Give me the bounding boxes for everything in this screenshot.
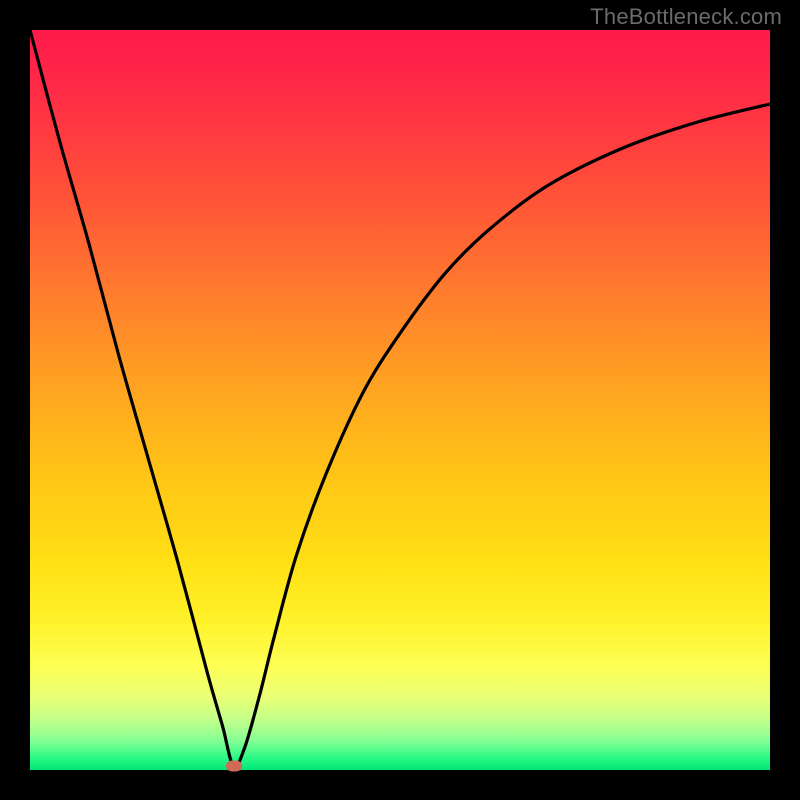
bottleneck-curve	[30, 30, 770, 767]
curve-layer	[30, 30, 770, 770]
optimum-marker	[226, 761, 242, 772]
chart-frame: TheBottleneck.com	[0, 0, 800, 800]
plot-area	[30, 30, 770, 770]
watermark-text: TheBottleneck.com	[590, 4, 782, 30]
